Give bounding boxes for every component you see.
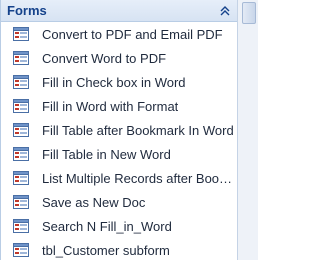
form-item[interactable]: Fill in Check box in Word (1, 70, 237, 94)
double-chevron-up-icon[interactable] (219, 5, 231, 17)
form-icon (13, 243, 29, 257)
form-item-label: Fill Table after Bookmark In Word (42, 122, 234, 138)
form-item[interactable]: Convert to PDF and Email PDF (1, 22, 237, 46)
form-item-label: Fill in Check box in Word (42, 74, 186, 90)
form-icon (13, 51, 29, 65)
form-icon (13, 171, 29, 185)
form-item[interactable]: Save as New Doc (1, 190, 237, 214)
form-item-label: Search N Fill_in_Word (42, 218, 172, 234)
form-item[interactable]: Search N Fill_in_Word (1, 214, 237, 238)
form-icon (13, 195, 29, 209)
form-item[interactable]: Fill Table in New Word (1, 142, 237, 166)
form-item[interactable]: tbl_Customer subform (1, 238, 237, 260)
form-item-label: tbl_Customer subform (42, 242, 170, 258)
form-item-label: Convert to PDF and Email PDF (42, 26, 223, 42)
form-icon (13, 99, 29, 113)
form-item[interactable]: Fill in Word with Format (1, 94, 237, 118)
form-item-label: Convert Word to PDF (42, 50, 167, 66)
form-item-label: Fill in Word with Format (42, 98, 179, 114)
scrollbar-thumb[interactable] (242, 2, 256, 24)
form-icon (13, 75, 29, 89)
form-icon (13, 123, 29, 137)
form-item[interactable]: List Multiple Records after Bookm... (1, 166, 237, 190)
form-icon (13, 27, 29, 41)
form-item-label: Save as New Doc (42, 194, 146, 210)
form-item[interactable]: Fill Table after Bookmark In Word (1, 118, 237, 142)
forms-list: Convert to PDF and Email PDF Convert Wor… (1, 22, 237, 260)
form-icon (13, 147, 29, 161)
form-item-label: Fill Table in New Word (42, 146, 171, 162)
forms-group-header[interactable]: Forms (1, 0, 237, 22)
group-title: Forms (7, 3, 47, 18)
form-item-label: List Multiple Records after Bookm... (42, 170, 237, 186)
vertical-scrollbar[interactable] (237, 0, 258, 260)
form-icon (13, 219, 29, 233)
navigation-pane: Forms Convert to PDF and Email PDF Conve… (0, 0, 237, 260)
form-item[interactable]: Convert Word to PDF (1, 46, 237, 70)
